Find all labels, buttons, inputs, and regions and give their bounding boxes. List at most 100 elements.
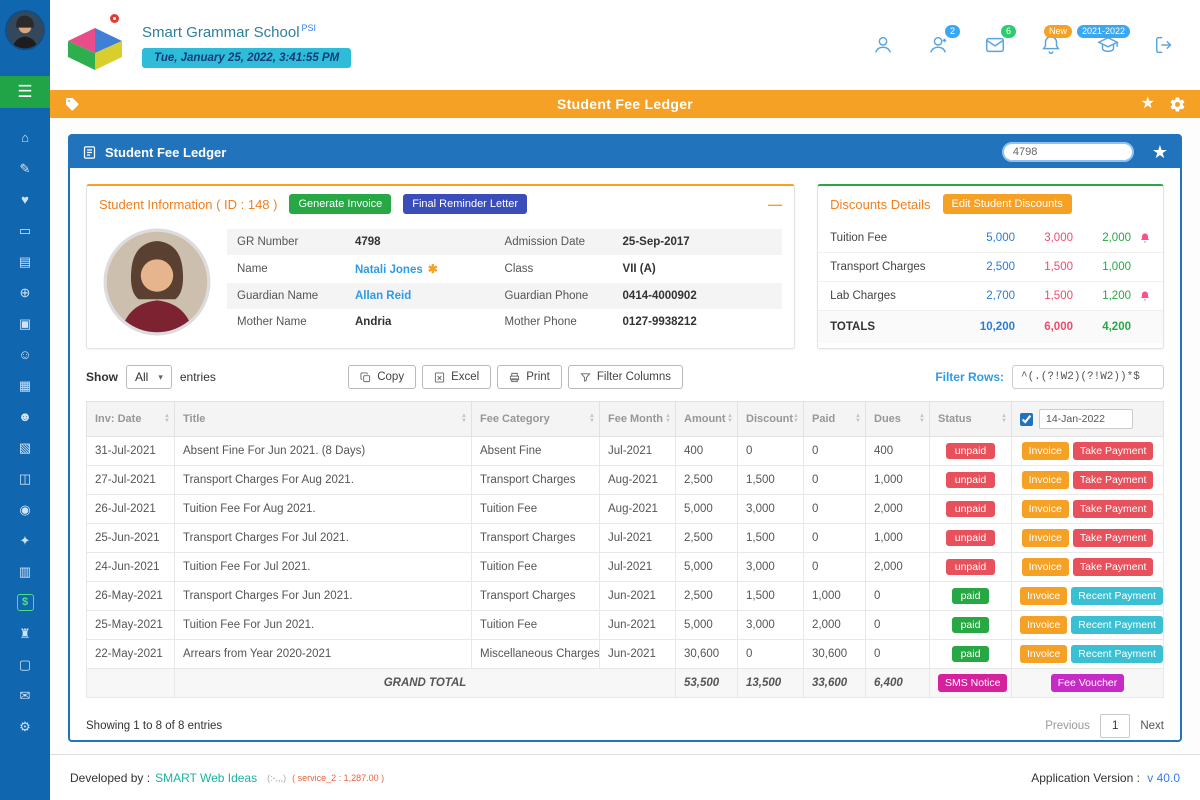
logout-icon[interactable] [1154, 34, 1176, 56]
column-header[interactable]: Status▲▼ [930, 402, 1012, 437]
sidebar-item-fee-ledger[interactable]: $ [0, 587, 50, 618]
sidebar-item-payments[interactable]: ♥ [0, 184, 50, 215]
column-header[interactable]: Dues▲▼ [866, 402, 930, 437]
amount-cell: 5,000 [676, 553, 738, 582]
reminder-bell-icon[interactable] [1131, 232, 1151, 244]
pagination-page-1[interactable]: 1 [1100, 714, 1130, 738]
title-link[interactable]: Tuition Fee For Jun 2021. [175, 611, 472, 640]
invoice-button[interactable]: Invoice [1022, 529, 1069, 547]
settings-gears-icon[interactable] [1169, 96, 1186, 113]
sidebar-item-exams[interactable]: ▣ [0, 308, 50, 339]
field-value[interactable]: Allan Reid [355, 290, 505, 302]
invoice-button[interactable]: Invoice [1020, 645, 1067, 663]
generate-invoice-button[interactable]: Generate Invoice [289, 194, 391, 214]
invoice-button[interactable]: Invoice [1022, 442, 1069, 460]
developer-link[interactable]: SMART Web Ideas [155, 771, 257, 785]
title-link[interactable]: Transport Charges For Aug 2021. [175, 466, 472, 495]
reminder-bell-icon[interactable] [1131, 290, 1151, 302]
sidebar-item-student-edit[interactable]: ✎ [0, 153, 50, 184]
title-link[interactable]: Transport Charges For Jul 2021. [175, 524, 472, 553]
take-payment-button[interactable]: Take Payment [1073, 558, 1154, 576]
invoice-button[interactable]: Invoice [1022, 500, 1069, 518]
sidebar-item-accounts[interactable]: ◉ [0, 494, 50, 525]
filter-rows-input[interactable] [1012, 365, 1164, 389]
column-header[interactable]: Paid▲▼ [804, 402, 866, 437]
sidebar-item-messages[interactable]: ✉ [0, 680, 50, 711]
title-link[interactable]: Tuition Fee For Aug 2021. [175, 495, 472, 524]
pagination-previous[interactable]: Previous [1045, 720, 1090, 732]
date-filter-input[interactable] [1039, 409, 1133, 429]
favorite-icon[interactable]: ★ [1141, 96, 1155, 112]
fee-voucher-button[interactable]: Fee Voucher [1051, 674, 1125, 692]
column-header[interactable]: Amount▲▼ [676, 402, 738, 437]
status-badge: paid [952, 617, 990, 633]
sidebar-item-promotions[interactable]: ♜ [0, 618, 50, 649]
sms-notice-button[interactable]: SMS Notice [938, 674, 1007, 692]
excel-button[interactable]: Excel [422, 365, 491, 389]
export-buttons: CopyExcelPrintFilter Columns [348, 365, 683, 389]
sidebar-item-timetable[interactable]: ▦ [0, 370, 50, 401]
pagination-next[interactable]: Next [1140, 720, 1164, 732]
sidebar-item-documents[interactable]: ▢ [0, 649, 50, 680]
sidebar: ☰ ⌂✎♥▭▤⊕▣☺▦☻▧◫◉✦▥$♜▢✉⚙ [0, 0, 50, 800]
invoice-button[interactable]: Invoice [1020, 587, 1067, 605]
table-controls: Show All ▾ entries CopyExcelPrintFilter … [86, 365, 1164, 389]
take-payment-button[interactable]: Take Payment [1073, 529, 1154, 547]
sidebar-item-id-card[interactable]: ▭ [0, 215, 50, 246]
final-reminder-button[interactable]: Final Reminder Letter [403, 194, 527, 214]
sidebar-item-classes[interactable]: ◫ [0, 463, 50, 494]
recent-payment-button[interactable]: Recent Payment [1071, 645, 1163, 663]
sidebar-item-reports[interactable]: ▤ [0, 246, 50, 277]
take-payment-button[interactable]: Take Payment [1073, 471, 1154, 489]
invoice-button[interactable]: Invoice [1022, 558, 1069, 576]
copy-button[interactable]: Copy [348, 365, 416, 389]
field-value[interactable]: Natali Jones✱ [355, 262, 505, 276]
title-link[interactable]: Absent Fine For Jun 2021. (8 Days) [175, 437, 472, 466]
invoice-button[interactable]: Invoice [1022, 471, 1069, 489]
take-payment-button[interactable]: Take Payment [1073, 442, 1154, 460]
sidebar-item-results[interactable]: ▧ [0, 432, 50, 463]
academic-year-icon[interactable]: 2021-2022 [1096, 34, 1120, 56]
messages-icon[interactable]: 6 [984, 34, 1006, 56]
notifications-icon[interactable]: New [1040, 34, 1062, 56]
student-info-card: Student Information ( ID : 148 ) Generat… [86, 184, 795, 349]
menu-toggle-icon[interactable]: ☰ [0, 76, 50, 108]
edit-discounts-button[interactable]: Edit Student Discounts [943, 194, 1072, 214]
online-users-icon[interactable]: 2 [928, 34, 950, 56]
panel-favorite-icon[interactable]: ★ [1152, 143, 1168, 161]
sidebar-item-staff[interactable]: ☻ [0, 401, 50, 432]
status-cell: unpaid [930, 437, 1012, 466]
sidebar-item-library[interactable]: ✦ [0, 525, 50, 556]
title-link[interactable]: Arrears from Year 2020-2021 [175, 640, 472, 669]
title-link[interactable]: Tuition Fee For Jul 2021. [175, 553, 472, 582]
take-payment-button[interactable]: Take Payment [1073, 500, 1154, 518]
recent-payment-button[interactable]: Recent Payment [1071, 616, 1163, 634]
column-header[interactable]: Discount▲▼ [738, 402, 804, 437]
profile-icon[interactable] [872, 34, 894, 56]
sidebar-item-website[interactable]: ⊕ [0, 277, 50, 308]
discount-totals-row: TOTALS 10,200 6,000 4,200 [818, 311, 1163, 343]
recent-payment-button[interactable]: Recent Payment [1071, 587, 1163, 605]
sidebar-item-settings[interactable]: ⚙ [0, 711, 50, 742]
sidebar-item-attendance[interactable]: ▥ [0, 556, 50, 587]
print-button[interactable]: Print [497, 365, 562, 389]
user-avatar[interactable] [5, 10, 45, 50]
column-header[interactable]: Inv: Date▲▼ [87, 402, 175, 437]
student-field-row: Guardian NameAllan ReidGuardian Phone041… [227, 283, 782, 309]
title-link[interactable]: Transport Charges For Jun 2021. [175, 582, 472, 611]
entries-select[interactable]: All ▾ [126, 365, 172, 389]
column-header[interactable]: Fee Category▲▼ [472, 402, 600, 437]
column-header-label: Fee Category [480, 413, 550, 425]
dues-cell: 1,000 [866, 466, 930, 495]
column-header[interactable]: Fee Month▲▼ [600, 402, 676, 437]
version-value[interactable]: v 40.0 [1147, 771, 1180, 785]
collapse-icon[interactable]: — [768, 196, 782, 212]
settings-mini-icon[interactable]: ✱ [428, 262, 438, 276]
invoice-button[interactable]: Invoice [1020, 616, 1067, 634]
date-filter-checkbox[interactable] [1020, 413, 1033, 426]
search-input[interactable] [1002, 142, 1134, 162]
column-header[interactable]: Title▲▼ [175, 402, 472, 437]
sidebar-item-student-profile[interactable]: ☺ [0, 339, 50, 370]
sidebar-item-dashboard[interactable]: ⌂ [0, 122, 50, 153]
filter-button[interactable]: Filter Columns [568, 365, 683, 389]
